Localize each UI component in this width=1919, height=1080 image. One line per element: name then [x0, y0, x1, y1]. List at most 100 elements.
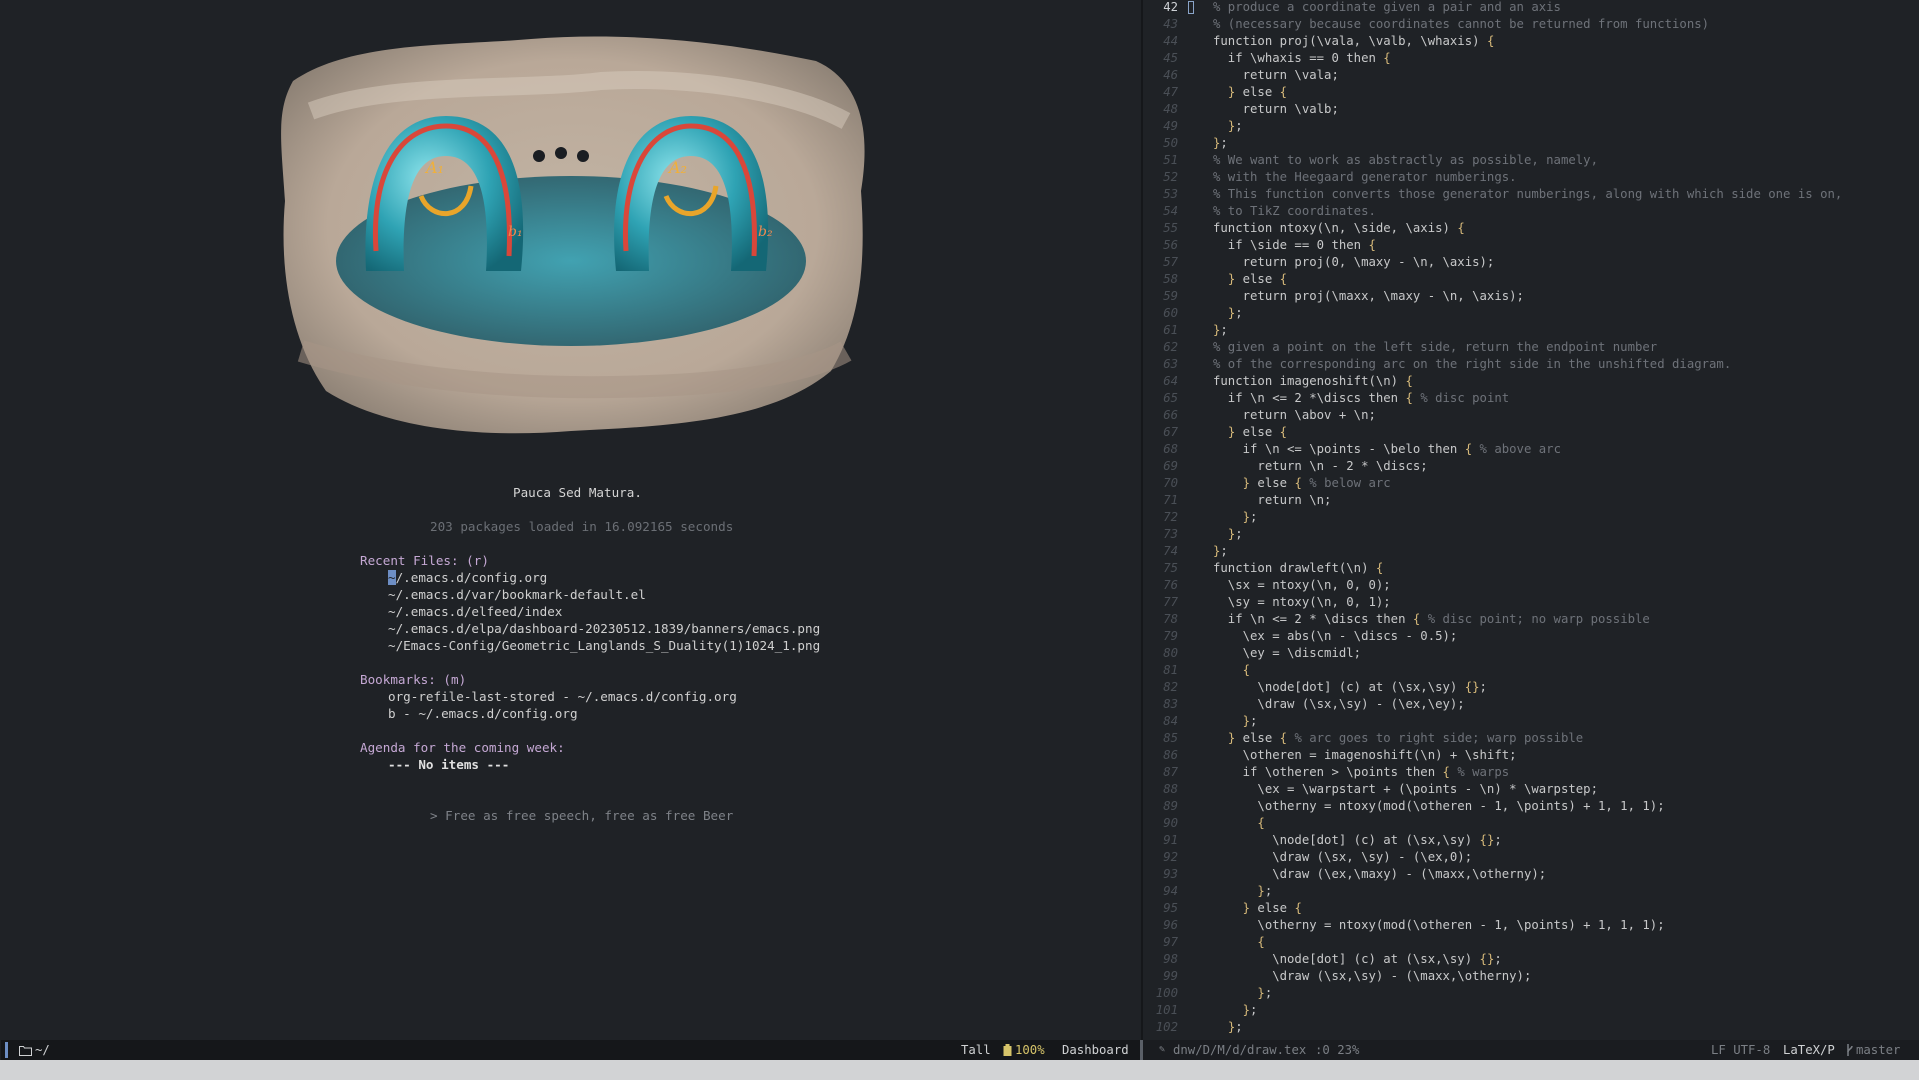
code-line[interactable]: 74};	[1143, 543, 1919, 560]
recent-file-item[interactable]: ~/.emacs.d/elfeed/index	[388, 603, 562, 620]
recent-file-item[interactable]: ~/Emacs-Config/Geometric_Langlands_S_Dua…	[388, 637, 820, 654]
code-line[interactable]: 44 function proj(\vala, \valb, \whaxis) {	[1143, 33, 1919, 50]
code-line[interactable]: 86 \otheren = imagenoshift(\n) + \shift;	[1143, 747, 1919, 764]
code-line[interactable]: 101 };	[1143, 1002, 1919, 1019]
dashboard-tagline: Pauca Sed Matura.	[513, 485, 642, 500]
line-number: 99	[1163, 969, 1178, 983]
code-line[interactable]: 87 if \otheren > \points then { % warps	[1143, 764, 1919, 781]
code-line[interactable]: 46 return \vala;	[1143, 67, 1919, 84]
code-line[interactable]: 67 } else {	[1143, 424, 1919, 441]
code-line[interactable]: 83 \draw (\sx,\sy) - (\ex,\ey);	[1143, 696, 1919, 713]
code-line[interactable]: 59 return proj(\maxx, \maxy - \n, \axis)…	[1143, 288, 1919, 305]
code-line[interactable]: 55 function ntoxy(\n, \side, \axis) {	[1143, 220, 1919, 237]
text-cursor: ~	[388, 570, 396, 585]
code-line[interactable]: 95 } else {	[1143, 900, 1919, 917]
code-line[interactable]: 42 % produce a coordinate given a pair an…	[1143, 0, 1919, 16]
recent-files-heading[interactable]: Recent Files: (r)	[360, 552, 489, 569]
code-text: };	[1213, 136, 1228, 150]
code-line[interactable]: 93 \draw (\ex,\maxy) - (\maxx,\otherny);	[1143, 866, 1919, 883]
code-line[interactable]: 76 \sx = ntoxy(\n, 0, 0);	[1143, 577, 1919, 594]
bookmarks-heading[interactable]: Bookmarks: (m)	[360, 671, 466, 688]
code-line[interactable]: 48 return \valb;	[1143, 101, 1919, 118]
code-line[interactable]: 102 };	[1143, 1019, 1919, 1036]
code-line[interactable]: 64 function imagenoshift(\n) {	[1143, 373, 1919, 390]
code-line[interactable]: 78 if \n <= 2 * \discs then { % disc poi…	[1143, 611, 1919, 628]
code-line[interactable]: 100 };	[1143, 985, 1919, 1002]
modeline-git-branch[interactable]: master	[1856, 1042, 1900, 1058]
code-text: {	[1257, 816, 1265, 830]
code-line[interactable]: 58 } else {	[1143, 271, 1919, 288]
line-number: 72	[1163, 510, 1178, 524]
line-number: 56	[1163, 238, 1178, 252]
line-number: 100	[1155, 986, 1178, 1000]
code-line[interactable]: 72 };	[1143, 509, 1919, 526]
code-line[interactable]: 57 return proj(0, \maxy - \n, \axis);	[1143, 254, 1919, 271]
code-line[interactable]: 49 };	[1143, 118, 1919, 135]
code-line[interactable]: 81 {	[1143, 662, 1919, 679]
code-line[interactable]: 43 % (necessary because coordinates canno…	[1143, 16, 1919, 33]
code-line[interactable]: 96 \otherny = ntoxy(mod(\otheren - 1, \p…	[1143, 917, 1919, 934]
code-line[interactable]: 98 \node[dot] (c) at (\sx,\sy) {};	[1143, 951, 1919, 968]
line-number: 47	[1163, 85, 1178, 99]
code-line[interactable]: 77 \sy = ntoxy(\n, 0, 1);	[1143, 594, 1919, 611]
code-line[interactable]: 91 \node[dot] (c) at (\sx,\sy) {};	[1143, 832, 1919, 849]
code-line[interactable]: 45 if \whaxis == 0 then {	[1143, 50, 1919, 67]
code-line[interactable]: 85 } else { % arc goes to right side; wa…	[1143, 730, 1919, 747]
code-line[interactable]: 90 {	[1143, 815, 1919, 832]
code-line[interactable]: 73 };	[1143, 526, 1919, 543]
echo-area[interactable]	[0, 1060, 1919, 1080]
code-line[interactable]: 97 {	[1143, 934, 1919, 951]
code-text: };	[1227, 306, 1243, 320]
code-line[interactable]: 66 return \abov + \n;	[1143, 407, 1919, 424]
code-text: \otherny = ntoxy(mod(\otheren - 1, \poin…	[1213, 799, 1665, 813]
recent-file-item[interactable]: ~/.emacs.d/elpa/dashboard-20230512.1839/…	[388, 620, 820, 637]
code-line[interactable]: 89 \otherny = ntoxy(mod(\otheren - 1, \p…	[1143, 798, 1919, 815]
code-line[interactable]: 99 \draw (\sx,\sy) - (\maxx,\otherny);	[1143, 968, 1919, 985]
code-line[interactable]: 88 \ex = \warpstart + (\points - \n) * \…	[1143, 781, 1919, 798]
code-line[interactable]: 65 if \n <= 2 *\discs then { % disc poin…	[1143, 390, 1919, 407]
code-line[interactable]: 69 return \n - 2 * \discs;	[1143, 458, 1919, 475]
code-line[interactable]: 63 % of the corresponding arc on the righ…	[1143, 356, 1919, 373]
code-text: \node[dot] (c) at (\sx,\sy) {};	[1213, 833, 1502, 847]
code-line[interactable]: 70 } else { % below arc	[1143, 475, 1919, 492]
agenda-heading[interactable]: Agenda for the coming week:	[360, 739, 565, 756]
banner-label-a1: A₁	[424, 158, 444, 177]
code-line[interactable]: 68 if \n <= \points - \belo then { % abo…	[1143, 441, 1919, 458]
modeline-buffer-name[interactable]: Dashboard	[1062, 1042, 1129, 1058]
code-line[interactable]: 51 % We want to work as abstractly as pos…	[1143, 152, 1919, 169]
code-line[interactable]: 84 };	[1143, 713, 1919, 730]
modeline-major-mode[interactable]: LaTeX/P	[1783, 1042, 1835, 1058]
code-line[interactable]: 52 % with the Heegaard generator numberin…	[1143, 169, 1919, 186]
code-line[interactable]: 79 \ex = abs(\n - \discs - 0.5);	[1143, 628, 1919, 645]
code-line[interactable]: 80 \ey = \discmidl;	[1143, 645, 1919, 662]
modeline-encoding[interactable]: LF UTF-8	[1711, 1042, 1770, 1058]
code-line[interactable]: 61};	[1143, 322, 1919, 339]
code-line[interactable]: 71 return \n;	[1143, 492, 1919, 509]
code-line[interactable]: 53 % This function converts those generat…	[1143, 186, 1919, 203]
line-number: 89	[1163, 799, 1178, 813]
code-line[interactable]: 92 \draw (\sx, \sy) - (\ex,0);	[1143, 849, 1919, 866]
code-line[interactable]: 94 };	[1143, 883, 1919, 900]
code-text: };	[1213, 544, 1228, 558]
line-number: 76	[1163, 578, 1178, 592]
modeline-file-path[interactable]: dnw/D/M/d/draw.tex	[1173, 1042, 1306, 1058]
code-line[interactable]: 47 } else {	[1143, 84, 1919, 101]
modeline-layout[interactable]: Tall	[961, 1042, 991, 1058]
dashboard-pane[interactable]: A₁ A₂ b₁ b₂ Pauca Sed Matura. 203 packag…	[1, 1, 1141, 1040]
code-text: return proj(\maxx, \maxy - \n, \axis);	[1213, 289, 1524, 303]
recent-file-item[interactable]: ~/.emacs.d/var/bookmark-default.el	[388, 586, 646, 603]
code-line[interactable]: 56 if \side == 0 then {	[1143, 237, 1919, 254]
code-line[interactable]: 54 % to TikZ coordinates.	[1143, 203, 1919, 220]
code-text: function drawleft(\n) {	[1213, 561, 1384, 575]
bookmark-item[interactable]: b - ~/.emacs.d/config.org	[388, 705, 578, 722]
code-line[interactable]: 75 function drawleft(\n) {	[1143, 560, 1919, 577]
recent-file-item[interactable]: ~/.emacs.d/config.org	[388, 569, 547, 586]
code-editor-pane[interactable]: 42 % produce a coordinate given a pair an…	[1143, 0, 1919, 1040]
code-line[interactable]: 82 \node[dot] (c) at (\sx,\sy) {};	[1143, 679, 1919, 696]
line-number: 75	[1163, 561, 1178, 575]
code-line[interactable]: 50};	[1143, 135, 1919, 152]
code-line[interactable]: 60 };	[1143, 305, 1919, 322]
code-line[interactable]: 62 % given a point on the left side, retu…	[1143, 339, 1919, 356]
line-number: 83	[1163, 697, 1178, 711]
bookmark-item[interactable]: org-refile-last-stored - ~/.emacs.d/conf…	[388, 688, 737, 705]
